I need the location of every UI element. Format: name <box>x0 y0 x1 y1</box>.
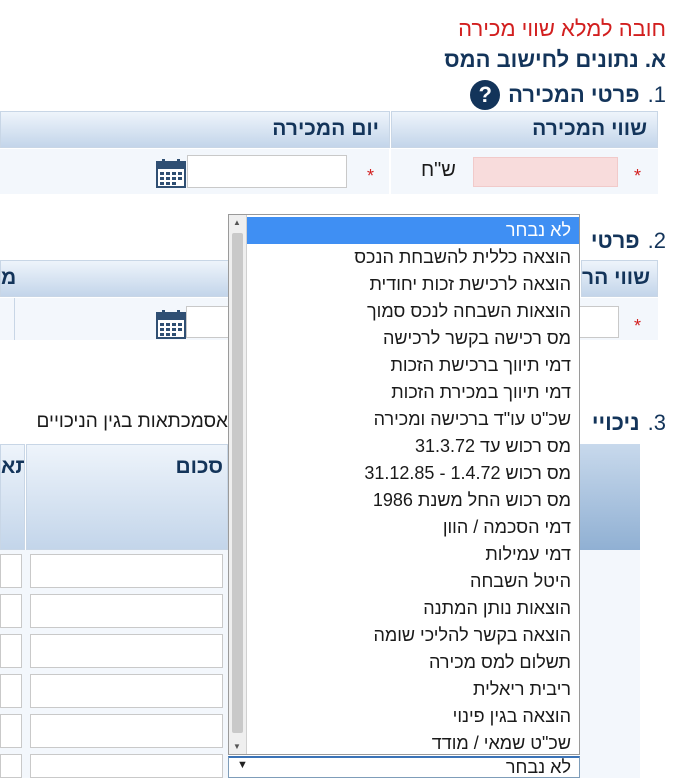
deduction-ref-input[interactable] <box>0 674 22 708</box>
option-brokerage-sale[interactable]: דמי תיווך במכירת הזכות <box>247 379 579 406</box>
sale-date-input[interactable] <box>187 155 347 188</box>
section-1-number: 1. <box>647 82 666 107</box>
section-3-title: ניכויי <box>591 410 640 435</box>
deductions-left-header-label: תא <box>1 455 24 478</box>
option-lawyer-fees[interactable]: שכ"ט עו"ד ברכישה ומכירה <box>247 406 579 433</box>
scroll-up-arrow-icon[interactable]: ▲ <box>233 218 241 227</box>
option-gift-giver-expenses[interactable]: הוצאות נותן המתנה <box>247 595 579 622</box>
section-2-number: 2. <box>647 228 666 253</box>
deduction-type-select-value: לא נבחר <box>505 757 571 777</box>
listbox-scrollbar[interactable]: ▲ ▼ <box>229 215 247 754</box>
option-assessment-expenses[interactable]: הוצאה בקשר להליכי שומה <box>247 622 579 649</box>
option-property-tax-1972-1985[interactable]: מס רכוש 1.4.72 - 31.12.85 <box>247 460 579 487</box>
section-2-title: פרטי <box>590 228 640 253</box>
column-divider <box>14 298 15 340</box>
deduction-ref-input[interactable] <box>0 554 22 588</box>
section-2-date-input[interactable] <box>186 306 234 338</box>
deduction-amount-input[interactable] <box>30 714 223 748</box>
deductions-type-column-bg <box>580 550 640 778</box>
option-exclusive-right-purchase[interactable]: הוצאה לרכישת זכות יחודית <box>247 271 579 298</box>
section-2-left-header-label: מ <box>1 266 17 289</box>
section-2-required-star: * <box>634 316 642 336</box>
option-property-tax-1972[interactable]: מס רכוש עד 31.3.72 <box>247 433 579 460</box>
deduction-ref-input[interactable] <box>0 754 22 778</box>
currency-label: ש"ח <box>421 159 456 181</box>
help-icon[interactable]: ? <box>470 80 501 110</box>
option-brokerage-purchase[interactable]: דמי תיווך ברכישת הזכות <box>247 352 579 379</box>
option-betterment-levy[interactable]: היטל השבחה <box>247 568 579 595</box>
section-3-number: 3. <box>647 410 666 435</box>
option-appraiser-fees[interactable]: שכ"ט שמאי / מודד <box>247 730 579 757</box>
sale-value-required-star: * <box>634 166 642 186</box>
sale-value-input[interactable] <box>473 157 618 187</box>
deduction-type-listbox[interactable]: ▲ ▼ לא נבחר הוצאה כללית להשבחת הנכס הוצא… <box>228 214 580 755</box>
section-2-value-input[interactable] <box>579 306 619 338</box>
sale-date-required-star: * <box>367 166 375 186</box>
option-sale-tax-payment[interactable]: תשלום למס מכירה <box>247 649 579 676</box>
sale-value-header-label: שווי המכירה <box>532 117 647 140</box>
deduction-amount-input[interactable] <box>30 594 223 628</box>
section-1-title: פרטי המכירה <box>508 82 640 107</box>
deduction-type-select[interactable]: ▼ לא נבחר <box>228 756 580 778</box>
deduction-amount-input[interactable] <box>30 754 223 778</box>
sale-value-header: שווי המכירה <box>391 111 658 148</box>
option-real-interest[interactable]: ריבית ריאלית <box>247 676 579 703</box>
section-3-heading: 3. ניכויי <box>592 410 666 436</box>
deduction-amount-input[interactable] <box>30 634 223 668</box>
sale-date-header-label: יום המכירה <box>272 117 379 140</box>
deduction-amount-input[interactable] <box>30 674 223 708</box>
column-divider <box>389 149 391 194</box>
option-general-improvement[interactable]: הוצאה כללית להשבחת הנכס <box>247 244 579 271</box>
deduction-ref-input[interactable] <box>0 634 22 668</box>
deductions-documents-note: אסמכתאות בגין הניכויים <box>36 411 228 432</box>
chevron-down-icon[interactable]: ▼ <box>237 759 248 771</box>
required-sale-value-warning: חובה למלא שווי מכירה <box>458 16 666 41</box>
option-purchase-tax[interactable]: מס רכישה בקשר לרכישה <box>247 325 579 352</box>
section-2-heading: 2. פרטי <box>591 228 666 254</box>
deduction-ref-input[interactable] <box>0 714 22 748</box>
sale-date-header: יום המכירה <box>0 111 390 148</box>
section-2-value-header: שווי הר <box>581 260 658 297</box>
section-1-heading: 1. פרטי המכירה ? <box>470 80 666 110</box>
option-eviction-expense[interactable]: הוצאה בגין פינוי <box>247 703 579 730</box>
deduction-ref-input[interactable] <box>0 594 22 628</box>
section-2-value-header-label: שווי הר <box>582 266 651 289</box>
option-property-tax-1986[interactable]: מס רכוש החל משנת 1986 <box>247 487 579 514</box>
deductions-left-header: תא <box>0 444 25 550</box>
calendar-icon[interactable] <box>156 158 186 188</box>
deductions-amount-header-label: סכום <box>175 455 223 478</box>
option-adjacent-improvement[interactable]: הוצאות השבחה לנכס סמוך <box>247 298 579 325</box>
deduction-amount-input[interactable] <box>30 554 223 588</box>
scrollbar-thumb[interactable] <box>232 233 243 733</box>
calendar-icon[interactable] <box>156 309 186 339</box>
option-commission[interactable]: דמי עמילות <box>247 541 579 568</box>
section-a-title: א. נתונים לחישוב המס <box>444 47 666 72</box>
deductions-type-header <box>580 444 640 550</box>
option-not-selected[interactable]: לא נבחר <box>247 217 579 244</box>
scroll-down-arrow-icon[interactable]: ▼ <box>233 742 241 751</box>
deductions-amount-header: סכום <box>26 444 228 550</box>
option-consent-fees[interactable]: דמי הסכמה / הוון <box>247 514 579 541</box>
